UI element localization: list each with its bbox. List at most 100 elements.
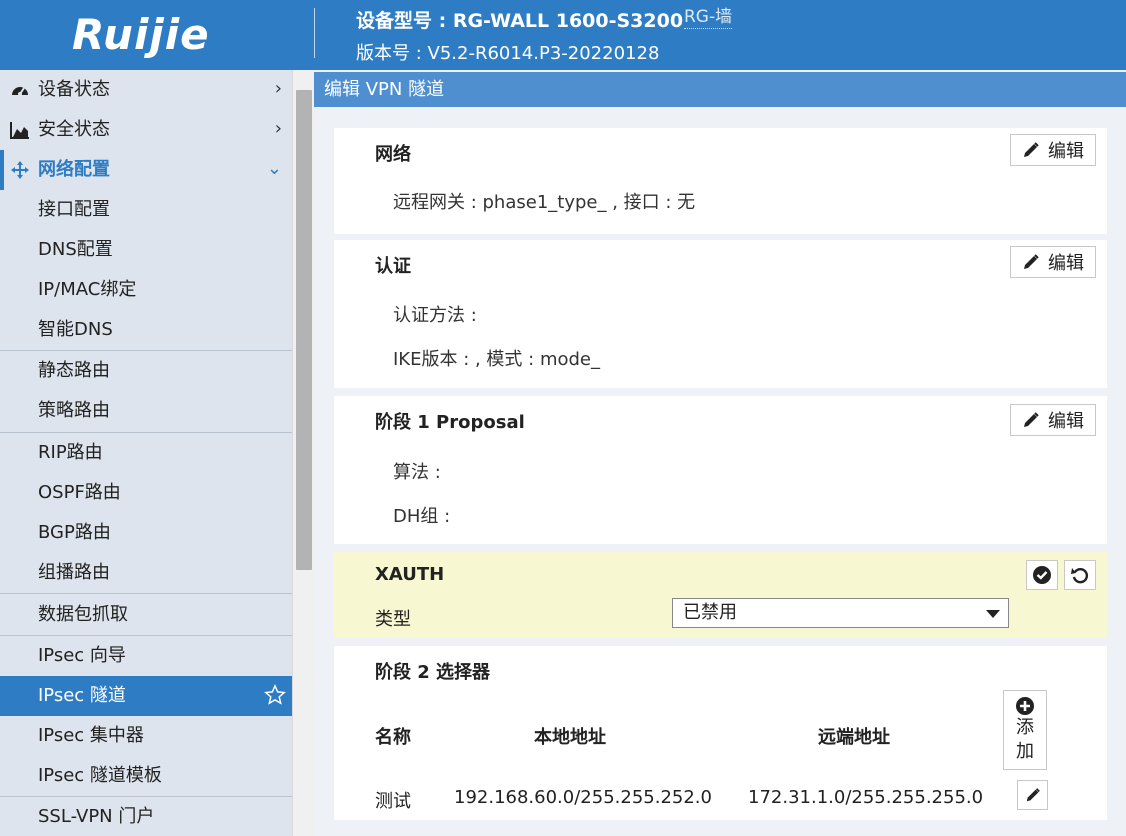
ike-version-text: IKE版本 : , 模式 : mode_ xyxy=(393,349,600,370)
undo-icon xyxy=(1071,567,1089,584)
sidebar-item-label: BGP路由 xyxy=(38,522,111,543)
chevron-right-icon: › xyxy=(274,78,282,99)
sidebar-item-label: 安全状态 xyxy=(38,119,110,140)
xauth-card: XAUTH 类型 已禁用 xyxy=(334,552,1107,638)
type-label: 类型 xyxy=(375,609,411,630)
sidebar-item-label: SSL-VPN 门户 xyxy=(38,806,155,827)
dashboard-icon xyxy=(9,79,31,101)
sidebar-divider xyxy=(0,593,292,594)
sidebar-item-ssl-vpn-portal[interactable]: SSL-VPN 门户 xyxy=(0,797,292,836)
network-card: 网络 编辑 远程网关 : phase1_type_ , 接口 : 无 xyxy=(334,128,1107,234)
column-header-local-address: 本地地址 xyxy=(534,727,606,748)
sidebar-item-smart-dns[interactable]: 智能DNS xyxy=(0,310,292,350)
caret-down-icon xyxy=(986,610,1000,618)
top-header: Ruijie 设备型号 : RG-WALL 1600-S3200 RG-墙 版本… xyxy=(0,0,1126,70)
sidebar-item-ip-mac-binding[interactable]: IP/MAC绑定 xyxy=(0,270,292,310)
add-label-1: 添 xyxy=(1016,717,1034,738)
card-title: 认证 xyxy=(375,256,411,277)
sidebar-item-ipsec-tunnel-template[interactable]: IPsec 隧道模板 xyxy=(0,756,292,796)
sidebar-item-label: IPsec 向导 xyxy=(38,645,126,666)
pencil-icon xyxy=(1026,788,1040,802)
star-icon[interactable] xyxy=(264,684,286,711)
sidebar-item-label: 接口配置 xyxy=(38,199,110,220)
card-title: 网络 xyxy=(375,144,411,165)
row-local-address: 192.168.60.0/255.255.252.0 xyxy=(454,787,712,808)
card-title: 阶段 1 Proposal xyxy=(375,412,525,433)
sidebar-item-label: 网络配置 xyxy=(38,159,110,180)
sidebar-item-network-config[interactable]: 网络配置 ⌄ xyxy=(0,150,292,190)
edit-label: 编辑 xyxy=(1048,411,1084,432)
sidebar-item-label: RIP路由 xyxy=(38,442,103,463)
auth-card: 认证 编辑 认证方法 : IKE版本 : , 模式 : mode_ xyxy=(334,240,1107,388)
ruijie-logo: Ruijie xyxy=(72,10,210,59)
pencil-icon xyxy=(1024,412,1039,427)
sidebar-item-security-status[interactable]: 安全状态 › xyxy=(0,110,292,150)
pencil-icon xyxy=(1024,142,1039,157)
sidebar-item-label: 组播路由 xyxy=(38,562,110,583)
sidebar-item-policy-route[interactable]: 策略路由 xyxy=(0,391,292,431)
select-value: 已禁用 xyxy=(683,602,737,623)
chevron-down-icon: ⌄ xyxy=(266,158,282,179)
dh-group-text: DH组 : xyxy=(393,506,451,527)
sidebar-item-label: IP/MAC绑定 xyxy=(38,279,137,300)
card-title: XAUTH xyxy=(375,564,445,585)
plus-circle-icon xyxy=(1016,697,1034,715)
device-model: 设备型号 : RG-WALL 1600-S3200 xyxy=(356,10,684,32)
main-content: 编辑 VPN 隧道 网络 编辑 远程网关 : phase1_type_ , 接口… xyxy=(314,70,1126,836)
sidebar-item-label: 数据包抓取 xyxy=(38,604,128,625)
page-title: 编辑 VPN 隧道 xyxy=(314,72,1126,107)
sidebar-item-interface-config[interactable]: 接口配置 xyxy=(0,190,292,230)
add-selector-button[interactable]: 添 加 xyxy=(1003,690,1047,770)
confirm-button[interactable] xyxy=(1026,560,1058,590)
sidebar-item-ipsec-tunnel[interactable]: IPsec 隧道 xyxy=(0,676,292,716)
card-title: 阶段 2 选择器 xyxy=(375,662,491,683)
sidebar-item-ipsec-concentrator[interactable]: IPsec 集中器 xyxy=(0,716,292,756)
sidebar-item-label: DNS配置 xyxy=(38,239,113,260)
sidebar-item-packet-capture[interactable]: 数据包抓取 xyxy=(0,595,292,635)
auth-method-text: 认证方法 : xyxy=(393,305,477,326)
sidebar-item-label: 设备状态 xyxy=(38,79,110,100)
column-header-name: 名称 xyxy=(375,727,411,748)
edit-auth-button[interactable]: 编辑 xyxy=(1010,246,1096,278)
remote-gateway-text: 远程网关 : phase1_type_ , 接口 : 无 xyxy=(393,192,696,213)
firmware-version: 版本号 : V5.2-R6014.P3-20220128 xyxy=(356,43,660,64)
sidebar-item-label: 策略路由 xyxy=(38,400,110,421)
sidebar-item-label: IPsec 隧道 xyxy=(38,685,126,706)
sidebar: 设备状态 › 安全状态 › 网络配置 ⌄ 接口配置 DNS配置 IP/MAC绑定… xyxy=(0,70,292,836)
edit-phase1-button[interactable]: 编辑 xyxy=(1010,404,1096,436)
sidebar-item-static-route[interactable]: 静态路由 xyxy=(0,351,292,391)
header-divider xyxy=(314,8,315,58)
add-label-2: 加 xyxy=(1016,741,1034,762)
sidebar-item-label: 智能DNS xyxy=(38,319,113,340)
phase1-card: 阶段 1 Proposal 编辑 算法 : DH组 : xyxy=(334,396,1107,544)
row-name: 测试 xyxy=(375,791,411,812)
sidebar-item-dns-config[interactable]: DNS配置 xyxy=(0,230,292,270)
edit-network-button[interactable]: 编辑 xyxy=(1010,134,1096,166)
sidebar-item-label: OSPF路由 xyxy=(38,482,121,503)
edit-label: 编辑 xyxy=(1048,141,1084,162)
algorithm-text: 算法 : xyxy=(393,462,441,483)
sidebar-item-label: IPsec 隧道模板 xyxy=(38,765,162,786)
xauth-type-select[interactable]: 已禁用 xyxy=(672,598,1009,628)
move-arrows-icon xyxy=(9,159,31,181)
row-remote-address: 172.31.1.0/255.255.255.0 xyxy=(748,787,984,808)
device-tag[interactable]: RG-墙 xyxy=(684,6,733,29)
sidebar-item-rip-route[interactable]: RIP路由 xyxy=(0,433,292,473)
sidebar-item-multicast-route[interactable]: 组播路由 xyxy=(0,553,292,593)
scrollbar-thumb[interactable] xyxy=(296,90,312,570)
sidebar-item-ipsec-wizard[interactable]: IPsec 向导 xyxy=(0,636,292,676)
phase2-card: 阶段 2 选择器 名称 本地地址 远端地址 添 加 测试 192.168.60.… xyxy=(334,646,1107,820)
sidebar-item-device-status[interactable]: 设备状态 › xyxy=(0,70,292,110)
pencil-icon xyxy=(1024,254,1039,269)
edit-label: 编辑 xyxy=(1048,253,1084,274)
chevron-right-icon: › xyxy=(274,118,282,139)
sidebar-scrollbar[interactable] xyxy=(292,70,314,836)
sidebar-item-label: IPsec 集中器 xyxy=(38,725,144,746)
area-chart-icon xyxy=(9,119,31,141)
edit-row-button[interactable] xyxy=(1017,780,1048,810)
sidebar-item-label: 静态路由 xyxy=(38,360,110,381)
sidebar-item-ospf-route[interactable]: OSPF路由 xyxy=(0,473,292,513)
undo-button[interactable] xyxy=(1064,560,1096,590)
sidebar-item-bgp-route[interactable]: BGP路由 xyxy=(0,513,292,553)
check-circle-icon xyxy=(1033,566,1051,584)
